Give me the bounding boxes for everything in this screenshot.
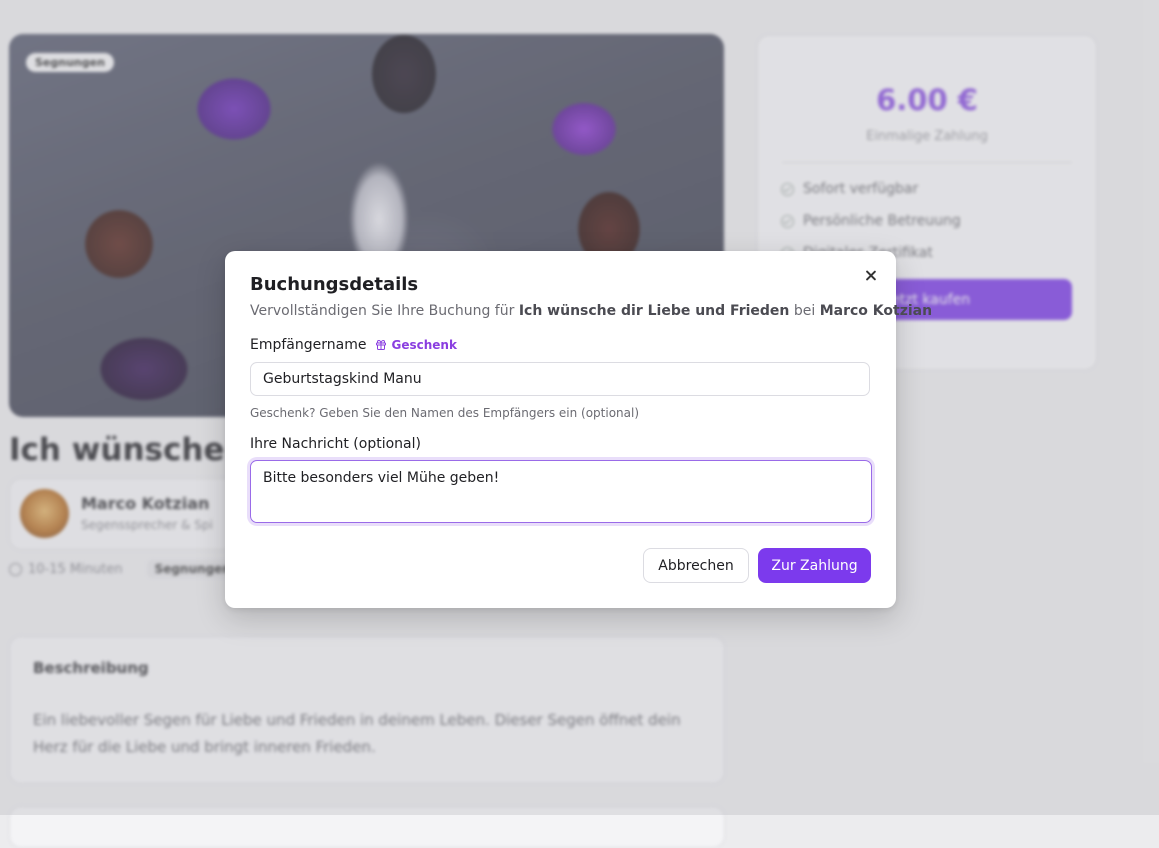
recipient-hint: Geschenk? Geben Sie den Namen des Empfän… <box>250 406 640 420</box>
booking-dialog: Buchungsdetails Vervollständigen Sie Ihr… <box>225 251 932 608</box>
gift-icon <box>376 340 387 350</box>
recipient-label: Empfängername <box>250 337 367 353</box>
gift-badge: Geschenk <box>375 338 457 352</box>
subtitle-mid: bei <box>789 303 820 319</box>
message-label: Ihre Nachricht (optional) <box>250 436 421 452</box>
cancel-button[interactable]: Abbrechen <box>643 548 749 583</box>
subtitle-service: Ich wünsche dir Liebe und Frieden <box>518 303 790 319</box>
gift-label: Geschenk <box>391 338 457 352</box>
subtitle-author: Marco Kotzian <box>819 303 933 319</box>
recipient-name-value: Geburtstagskind Manu <box>263 371 422 387</box>
dialog-subtitle: Vervollständigen Sie Ihre Buchung für Ic… <box>250 303 932 319</box>
message-textarea[interactable]: Bitte besonders viel Mühe geben! <box>250 460 872 523</box>
pay-button[interactable]: Zur Zahlung <box>758 548 871 583</box>
message-value: Bitte besonders viel Mühe geben! <box>263 470 500 486</box>
dialog-title: Buchungsdetails <box>250 274 419 295</box>
close-icon[interactable] <box>862 267 880 285</box>
recipient-name-input[interactable]: Geburtstagskind Manu <box>250 362 870 396</box>
subtitle-prefix: Vervollständigen Sie Ihre Buchung für <box>250 303 519 319</box>
recipient-label-row: Empfängername Geschenk <box>250 337 457 353</box>
